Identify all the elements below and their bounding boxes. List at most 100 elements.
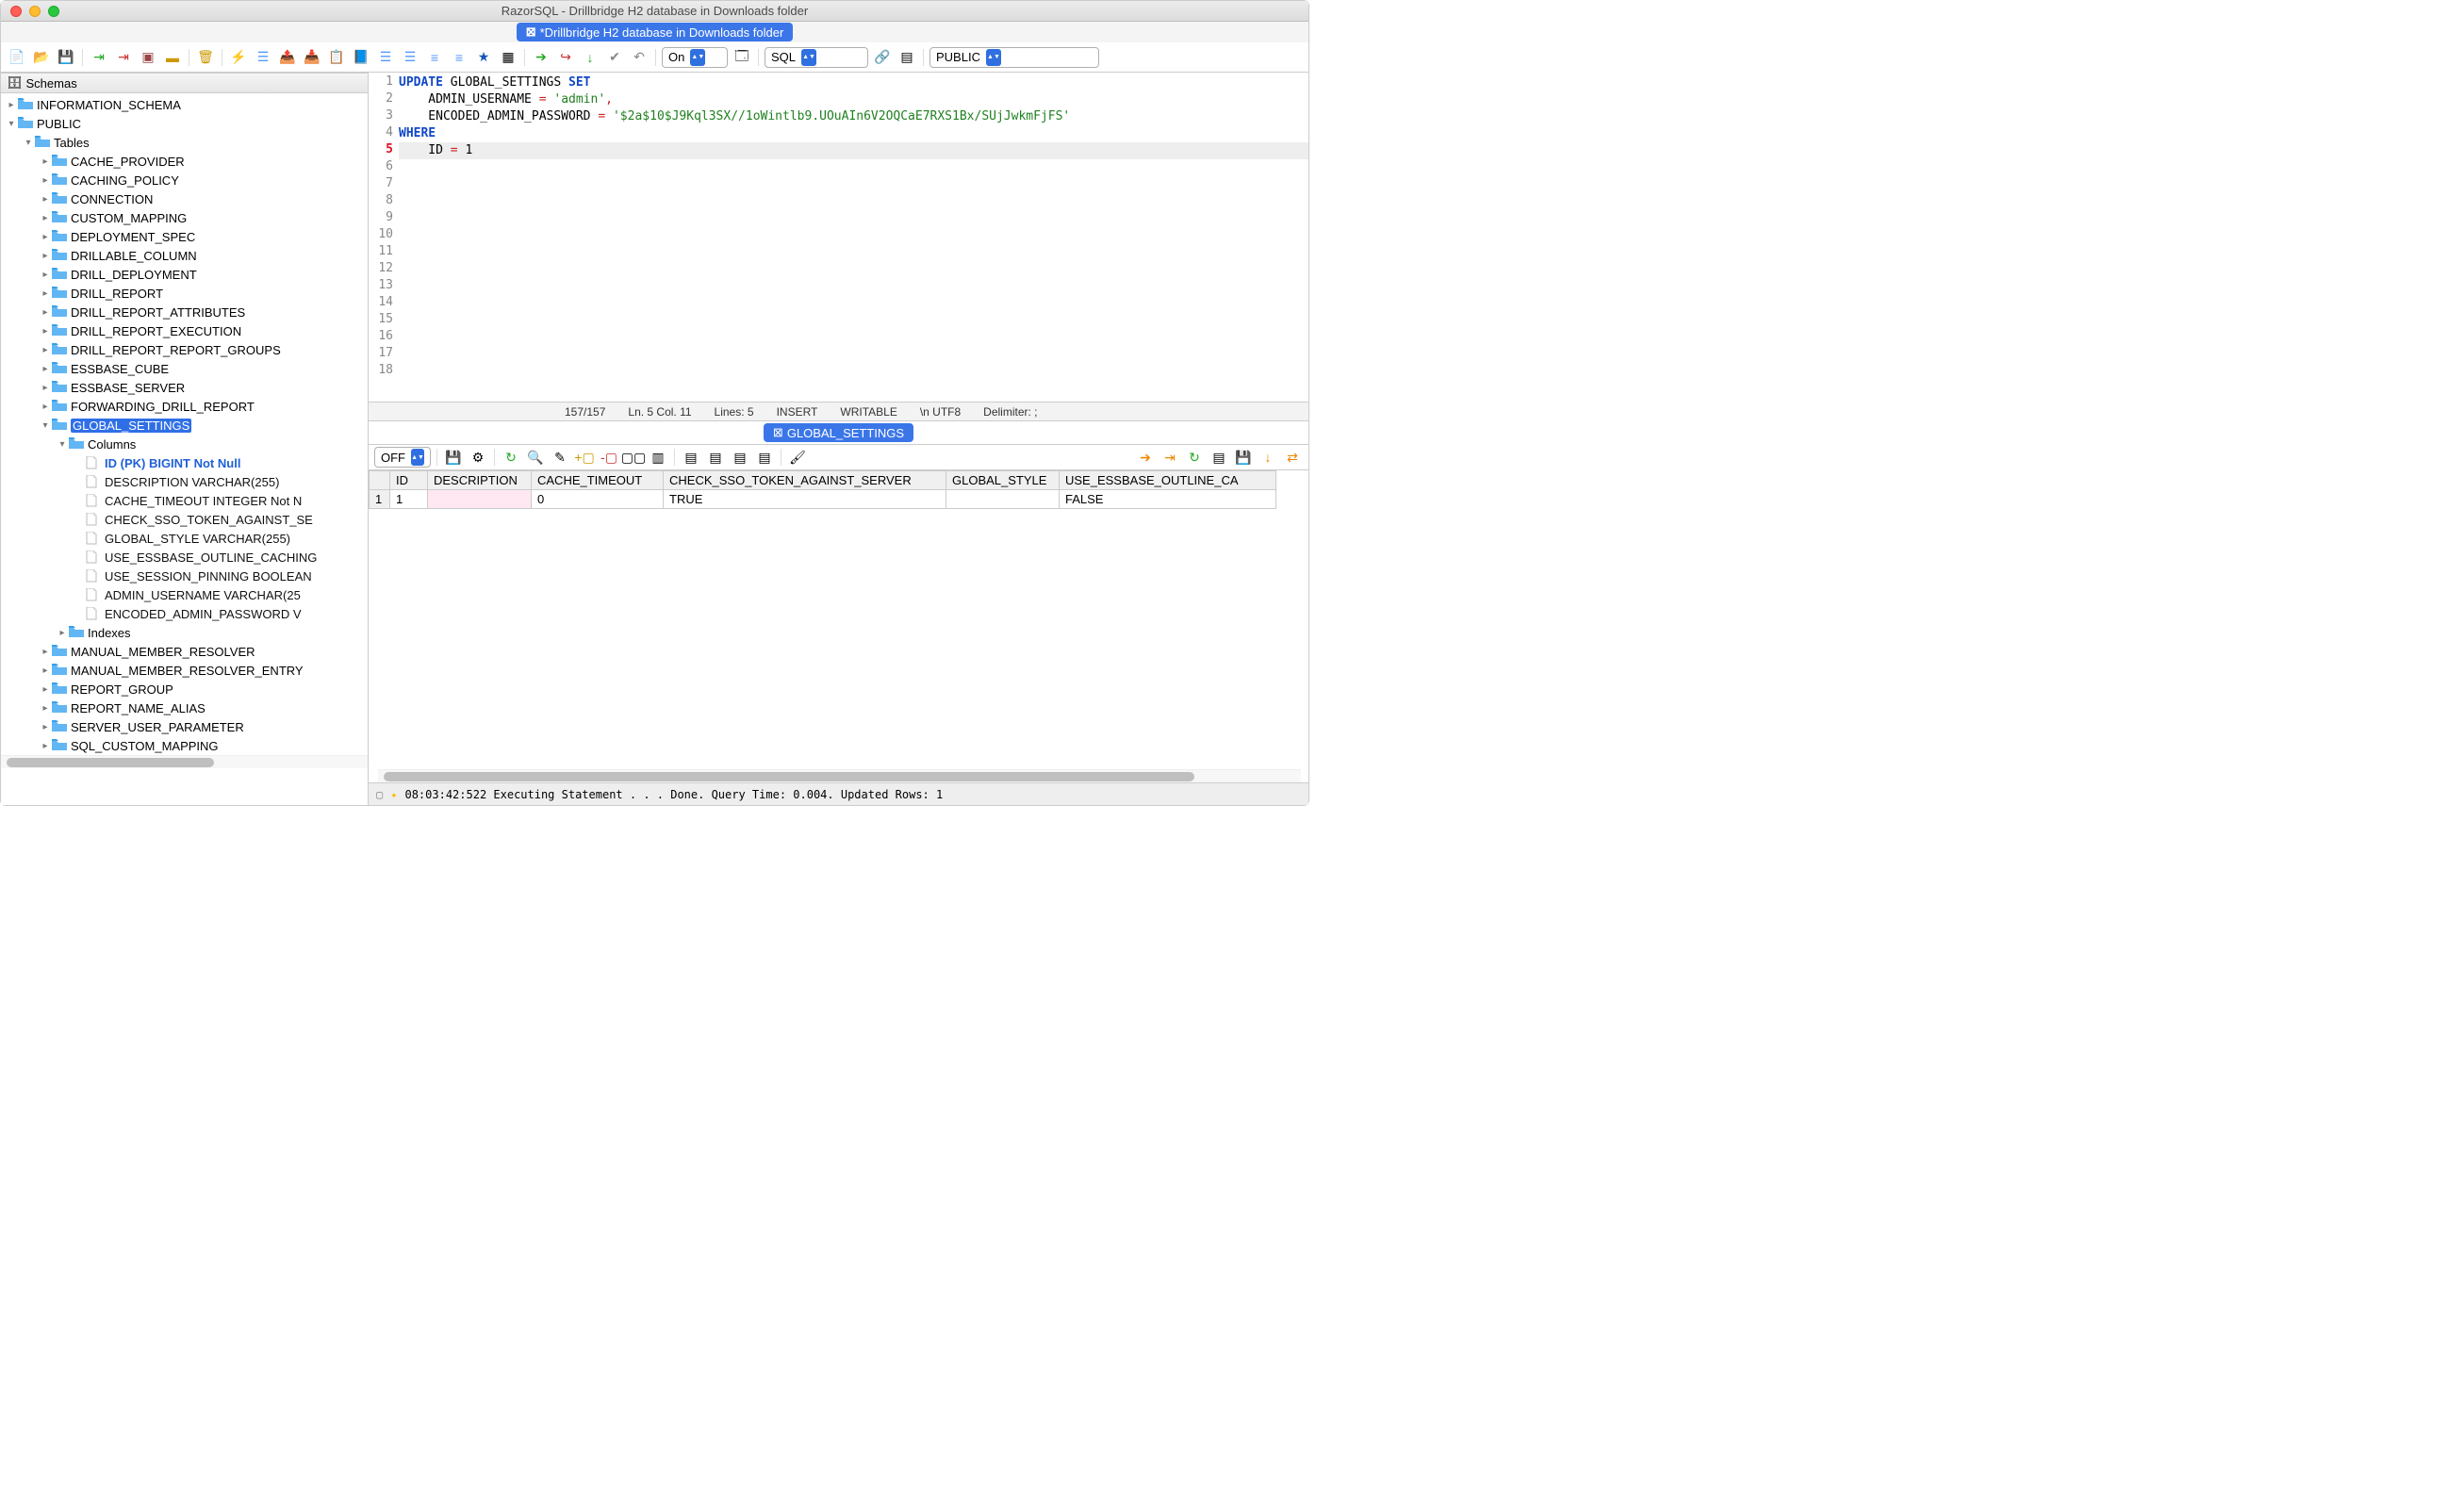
grid-icon[interactable]: ▦ — [498, 47, 518, 68]
tree-item[interactable]: ▸ MANUAL_MEMBER_RESOLVER_ENTRY — [1, 661, 368, 680]
editor-code[interactable]: UPDATE GLOBAL_SETTINGS SET ADMIN_USERNAM… — [399, 73, 1308, 402]
column-header[interactable]: ID — [390, 471, 428, 490]
list-icon[interactable]: ☰ — [253, 47, 273, 68]
close-tab-icon[interactable]: ⊠ — [526, 25, 536, 40]
language-select[interactable]: SQL ▲▼ — [765, 47, 868, 68]
results-last-icon[interactable]: ⇥ — [1160, 447, 1180, 468]
results-texport2-icon[interactable]: ▤ — [705, 447, 726, 468]
disclosure-icon[interactable]: ▸ — [39, 364, 52, 374]
import-icon[interactable]: 📥 — [302, 47, 322, 68]
rows2-icon[interactable]: ☰ — [400, 47, 420, 68]
disclosure-icon[interactable]: ▸ — [39, 270, 52, 280]
tree-item[interactable]: ▸ DRILL_REPORT_EXECUTION — [1, 321, 368, 340]
column-header[interactable]: CHECK_SSO_TOKEN_AGAINST_SERVER — [664, 471, 946, 490]
disclosure-icon[interactable]: ▸ — [39, 251, 52, 261]
results-off-select[interactable]: OFF ▲▼ — [374, 447, 431, 468]
tree-item[interactable]: ENCODED_ADMIN_PASSWORD V — [1, 604, 368, 623]
results-grid[interactable]: IDDESCRIPTIONCACHE_TIMEOUTCHECK_SSO_TOKE… — [369, 470, 1308, 782]
window-icon[interactable]: 🗔 — [732, 47, 752, 68]
tree-item[interactable]: ▸ DRILL_REPORT_ATTRIBUTES — [1, 303, 368, 321]
disclosure-icon[interactable]: ▾ — [56, 439, 69, 450]
schema-select[interactable]: PUBLIC ▲▼ — [929, 47, 1099, 68]
tree-item[interactable]: ▸ CACHE_PROVIDER — [1, 152, 368, 171]
tree-item[interactable]: ADMIN_USERNAME VARCHAR(25 — [1, 585, 368, 604]
disclosure-icon[interactable]: ▸ — [39, 383, 52, 393]
results-swap-icon[interactable]: ⇄ — [1282, 447, 1303, 468]
cell-use-essbase[interactable]: FALSE — [1060, 490, 1276, 509]
tree-item[interactable]: ▸ REPORT_GROUP — [1, 680, 368, 698]
disclosure-icon[interactable]: ▸ — [56, 628, 69, 638]
cell-cache-timeout[interactable]: 0 — [532, 490, 664, 509]
page-icon[interactable]: ▤ — [897, 47, 917, 68]
book-icon[interactable]: 📘 — [351, 47, 371, 68]
column-header[interactable] — [370, 471, 390, 490]
column-header[interactable]: DESCRIPTION — [428, 471, 532, 490]
results-filter-icon[interactable]: ⚙ — [468, 447, 488, 468]
tree-item[interactable]: ▸ CONNECTION — [1, 189, 368, 208]
connect-alt-icon[interactable]: ⇥ — [113, 47, 134, 68]
tree-item[interactable]: ▾ Tables — [1, 133, 368, 152]
tree-item[interactable]: ▸ DRILL_REPORT — [1, 284, 368, 303]
table-row[interactable]: 1 1 0 TRUE FALSE — [370, 490, 1276, 509]
tree-item[interactable]: ▸ ESSBASE_CUBE — [1, 359, 368, 378]
star-icon[interactable]: ★ — [473, 47, 494, 68]
results-refresh-icon[interactable]: ↻ — [501, 447, 521, 468]
sql-editor[interactable]: 123456789101112131415161718 UPDATE GLOBA… — [369, 73, 1308, 403]
results-next-icon[interactable]: ➔ — [1135, 447, 1156, 468]
results-export-icon[interactable]: ▤ — [1209, 447, 1229, 468]
disclosure-icon[interactable]: ▸ — [39, 326, 52, 337]
sidebar-hscroll[interactable] — [1, 755, 368, 768]
check-icon[interactable]: ✔ — [604, 47, 625, 68]
tree-item[interactable]: USE_SESSION_PINNING BOOLEAN — [1, 567, 368, 585]
tree-item[interactable]: ▸ Indexes — [1, 623, 368, 642]
rows4-icon[interactable]: ≡ — [449, 47, 469, 68]
results-save-icon[interactable]: 💾 — [443, 447, 464, 468]
maximize-icon[interactable] — [48, 6, 59, 17]
disclosure-icon[interactable]: ▸ — [39, 684, 52, 695]
tree-item[interactable]: ▸ DEPLOYMENT_SPEC — [1, 227, 368, 246]
new-file-icon[interactable]: 📄 — [7, 47, 27, 68]
results-brush-icon[interactable]: 🖌 — [787, 447, 808, 468]
disconnect-icon[interactable]: ▣ — [138, 47, 158, 68]
results-reload-icon[interactable]: ↻ — [1184, 447, 1205, 468]
results-texport4-icon[interactable]: ▤ — [754, 447, 775, 468]
disclosure-icon[interactable]: ▸ — [39, 175, 52, 186]
tree-item[interactable]: ▸ SERVER_USER_PARAMETER — [1, 717, 368, 736]
run-icon[interactable]: ➔ — [531, 47, 551, 68]
rows3-icon[interactable]: ≡ — [424, 47, 445, 68]
disclosure-icon[interactable]: ▸ — [39, 703, 52, 714]
tree-item[interactable]: ▸ DRILL_DEPLOYMENT — [1, 265, 368, 284]
tree-item[interactable]: ▸ FORWARDING_DRILL_REPORT — [1, 397, 368, 416]
results-edit-icon[interactable]: ✎ — [550, 447, 570, 468]
results-tab[interactable]: ⊠ GLOBAL_SETTINGS — [764, 423, 913, 442]
tree-item[interactable]: USE_ESSBASE_OUTLINE_CACHING — [1, 548, 368, 567]
tree-item[interactable]: ▸ DRILLABLE_COLUMN — [1, 246, 368, 265]
rows-icon[interactable]: ☰ — [375, 47, 396, 68]
schema-browser[interactable]: 🗄 Schemas ▸ INFORMATION_SCHEMA ▾ PUBLIC … — [1, 73, 369, 805]
tree-item[interactable]: ▾ GLOBAL_SETTINGS — [1, 416, 368, 435]
results-addrow-icon[interactable]: +▢ — [574, 447, 595, 468]
cell-id[interactable]: 1 — [390, 490, 428, 509]
tree-item[interactable]: DESCRIPTION VARCHAR(255) — [1, 472, 368, 491]
tree-item[interactable]: CHECK_SSO_TOKEN_AGAINST_SE — [1, 510, 368, 529]
tree-item[interactable]: GLOBAL_STYLE VARCHAR(255) — [1, 529, 368, 548]
tree-item[interactable]: ▸ ESSBASE_SERVER — [1, 378, 368, 397]
disclosure-icon[interactable]: ▸ — [39, 722, 52, 732]
run-next-icon[interactable]: ↪ — [555, 47, 576, 68]
disclosure-icon[interactable]: ▾ — [39, 420, 52, 431]
minimize-icon[interactable] — [29, 6, 41, 17]
results-delrow-icon[interactable]: -▢ — [599, 447, 619, 468]
tree-item[interactable]: ▸ MANUAL_MEMBER_RESOLVER — [1, 642, 368, 661]
results-texport3-icon[interactable]: ▤ — [730, 447, 750, 468]
disclosure-icon[interactable]: ▸ — [39, 194, 52, 205]
close-icon[interactable] — [10, 6, 22, 17]
results-save2-icon[interactable]: 💾 — [1233, 447, 1254, 468]
run-down-icon[interactable]: ↓ — [580, 47, 600, 68]
tree-item[interactable]: ID (PK) BIGINT Not Null — [1, 453, 368, 472]
column-header[interactable]: USE_ESSBASE_OUTLINE_CA — [1060, 471, 1276, 490]
disclosure-icon[interactable]: ▾ — [22, 138, 35, 148]
disclosure-icon[interactable]: ▸ — [39, 232, 52, 242]
tree-item[interactable]: ▸ DRILL_REPORT_REPORT_GROUPS — [1, 340, 368, 359]
lightning-icon[interactable]: ⚡ — [228, 47, 249, 68]
connect-icon[interactable]: ⇥ — [89, 47, 109, 68]
